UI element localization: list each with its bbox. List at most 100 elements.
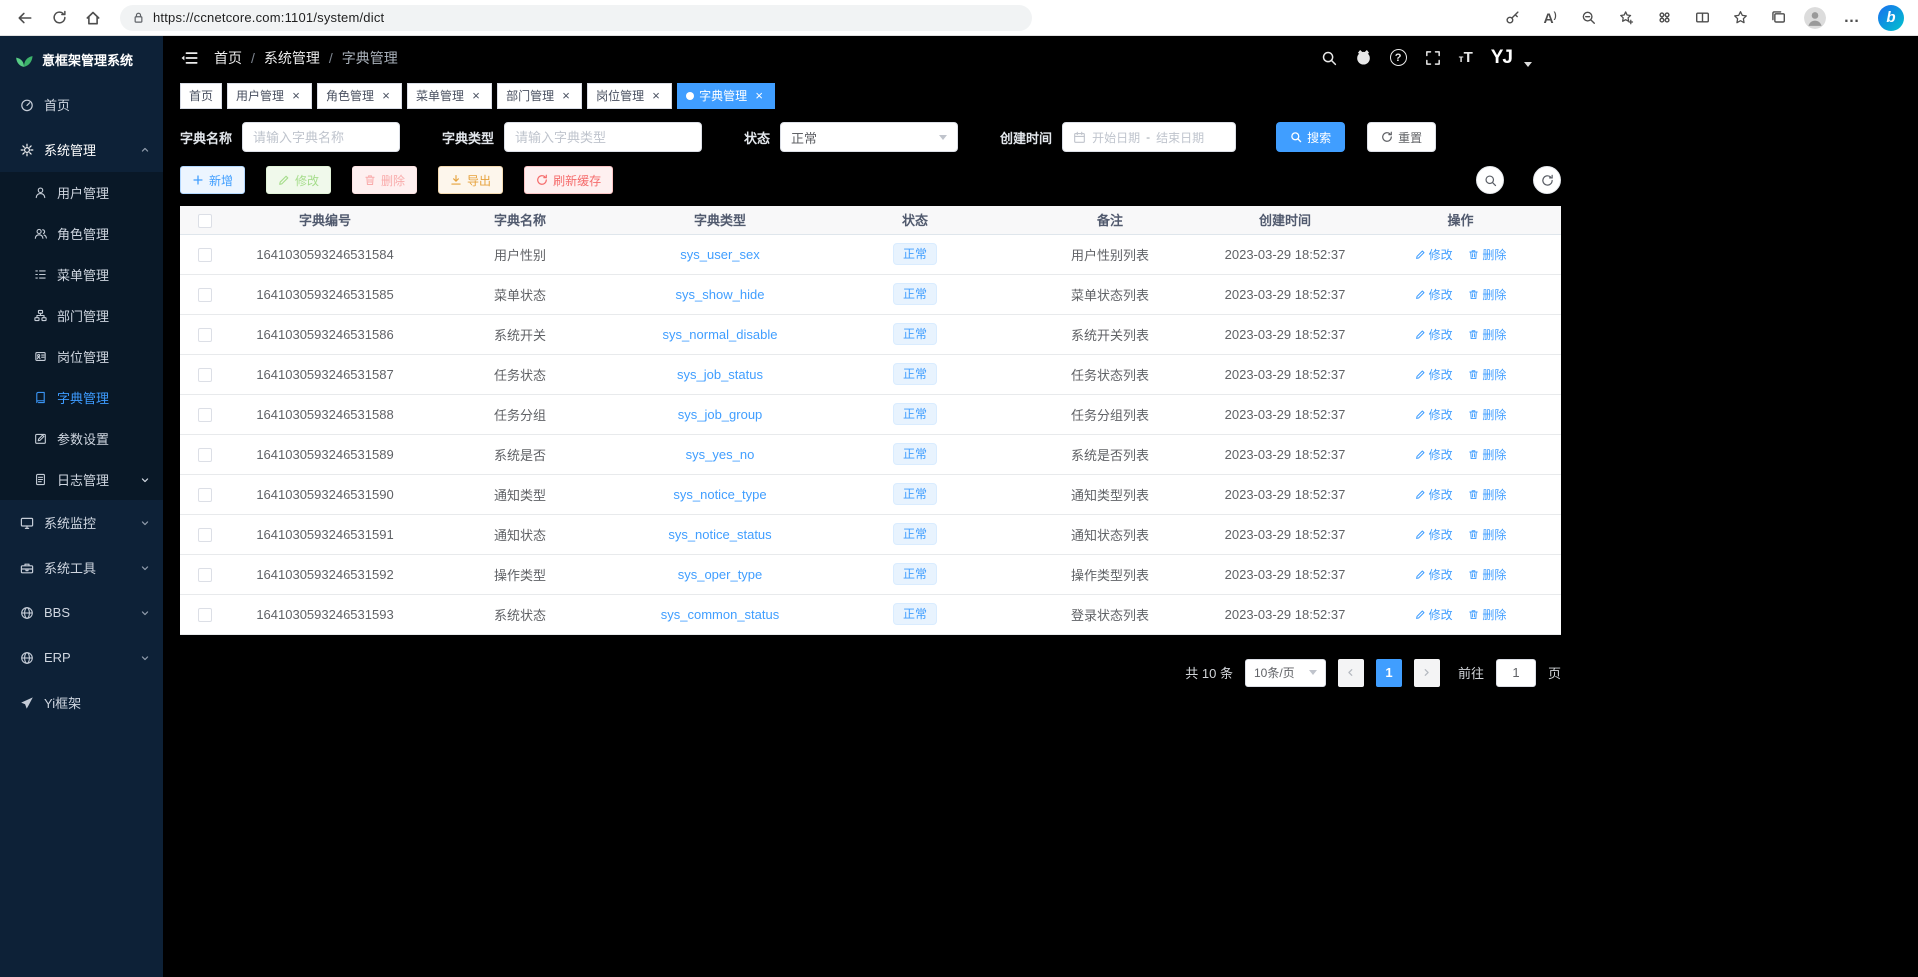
- zoom-icon[interactable]: [1576, 4, 1600, 32]
- refresh-table-button[interactable]: [1533, 166, 1561, 194]
- sidebar-item-dict-mgmt[interactable]: 字典管理: [0, 377, 163, 418]
- row-edit-button[interactable]: 修改: [1415, 446, 1453, 463]
- url-bar[interactable]: https://ccnetcore.com:1101/system/dict: [120, 5, 1032, 31]
- row-edit-button[interactable]: 修改: [1415, 606, 1453, 623]
- row-delete-button[interactable]: 删除: [1468, 566, 1506, 583]
- current-page-button[interactable]: 1: [1376, 659, 1402, 687]
- select-all-checkbox[interactable]: [198, 214, 212, 228]
- favorites-icon[interactable]: [1728, 4, 1752, 32]
- row-checkbox[interactable]: [198, 248, 212, 262]
- dict-type-field[interactable]: [515, 130, 691, 145]
- search-button[interactable]: 搜索: [1276, 122, 1345, 152]
- row-checkbox[interactable]: [198, 408, 212, 422]
- dict-type-link[interactable]: sys_job_group: [678, 407, 763, 422]
- search-icon[interactable]: [1321, 50, 1337, 66]
- dict-name-input[interactable]: [242, 122, 400, 152]
- export-button[interactable]: 导出: [438, 166, 503, 194]
- row-edit-button[interactable]: 修改: [1415, 526, 1453, 543]
- row-checkbox[interactable]: [198, 488, 212, 502]
- status-select[interactable]: 正常: [780, 122, 958, 152]
- refresh-cache-button[interactable]: 刷新缓存: [524, 166, 613, 194]
- close-icon[interactable]: ×: [559, 89, 573, 103]
- row-edit-button[interactable]: 修改: [1415, 366, 1453, 383]
- add-button[interactable]: 新增: [180, 166, 245, 194]
- row-edit-button[interactable]: 修改: [1415, 326, 1453, 343]
- tab-dict-mgmt[interactable]: 字典管理 ×: [677, 83, 775, 109]
- dict-type-link[interactable]: sys_notice_type: [673, 487, 766, 502]
- tab-role-mgmt[interactable]: 角色管理 ×: [317, 83, 402, 109]
- fullscreen-icon[interactable]: [1425, 50, 1441, 66]
- edit-button[interactable]: 修改: [266, 166, 331, 194]
- dict-type-link[interactable]: sys_user_sex: [680, 247, 759, 262]
- dict-type-link[interactable]: sys_common_status: [661, 607, 780, 622]
- close-icon[interactable]: ×: [469, 89, 483, 103]
- row-delete-button[interactable]: 删除: [1468, 446, 1506, 463]
- sidebar-item-system-monitor[interactable]: 系统监控: [0, 500, 163, 545]
- sidebar-item-menu-mgmt[interactable]: 菜单管理: [0, 254, 163, 295]
- delete-button[interactable]: 删除: [352, 166, 417, 194]
- row-delete-button[interactable]: 删除: [1468, 366, 1506, 383]
- sidebar-item-system-tools[interactable]: 系统工具: [0, 545, 163, 590]
- tab-dept-mgmt[interactable]: 部门管理 ×: [497, 83, 582, 109]
- show-search-toggle[interactable]: [1476, 166, 1504, 194]
- row-checkbox[interactable]: [198, 528, 212, 542]
- back-icon[interactable]: [10, 4, 40, 32]
- dict-type-link[interactable]: sys_notice_status: [668, 527, 771, 542]
- prev-page-button[interactable]: [1338, 659, 1364, 687]
- sidebar-item-dept-mgmt[interactable]: 部门管理: [0, 295, 163, 336]
- add-favorite-icon[interactable]: [1614, 4, 1638, 32]
- breadcrumb-item-home[interactable]: 首页: [214, 48, 242, 68]
- close-icon[interactable]: ×: [649, 89, 663, 103]
- font-size-icon[interactable]: тТ: [1459, 50, 1473, 65]
- close-icon[interactable]: ×: [289, 89, 303, 103]
- sidebar-item-erp[interactable]: ERP: [0, 635, 163, 680]
- next-page-button[interactable]: [1414, 659, 1440, 687]
- row-edit-button[interactable]: 修改: [1415, 406, 1453, 423]
- sidebar-item-user-mgmt[interactable]: 用户管理: [0, 172, 163, 213]
- row-delete-button[interactable]: 删除: [1468, 286, 1506, 303]
- profile-avatar[interactable]: [1804, 7, 1826, 29]
- close-icon[interactable]: ×: [752, 89, 766, 103]
- row-checkbox[interactable]: [198, 288, 212, 302]
- goto-page-input[interactable]: [1496, 659, 1536, 687]
- dict-type-link[interactable]: sys_oper_type: [678, 567, 763, 582]
- row-delete-button[interactable]: 删除: [1468, 606, 1506, 623]
- user-logo[interactable]: YJ: [1491, 47, 1512, 69]
- dict-type-input[interactable]: [504, 122, 702, 152]
- reset-button[interactable]: 重置: [1367, 122, 1436, 152]
- row-edit-button[interactable]: 修改: [1415, 246, 1453, 263]
- date-range-picker[interactable]: 开始日期 - 结束日期: [1062, 122, 1236, 152]
- refresh-icon[interactable]: [44, 4, 74, 32]
- read-aloud-icon[interactable]: A): [1538, 4, 1562, 32]
- row-edit-button[interactable]: 修改: [1415, 486, 1453, 503]
- tab-home[interactable]: 首页: [180, 83, 222, 109]
- row-checkbox[interactable]: [198, 568, 212, 582]
- row-delete-button[interactable]: 删除: [1468, 326, 1506, 343]
- dict-type-link[interactable]: sys_show_hide: [676, 287, 765, 302]
- sidebar-item-bbs[interactable]: BBS: [0, 590, 163, 635]
- dict-type-link[interactable]: sys_normal_disable: [663, 327, 778, 342]
- dict-type-link[interactable]: sys_job_status: [677, 367, 763, 382]
- row-delete-button[interactable]: 删除: [1468, 406, 1506, 423]
- sidebar-item-yi-framework[interactable]: Yi框架: [0, 680, 163, 725]
- sidebar-item-param-settings[interactable]: 参数设置: [0, 418, 163, 459]
- row-checkbox[interactable]: [198, 608, 212, 622]
- more-icon[interactable]: …: [1840, 4, 1864, 32]
- page-size-select[interactable]: 10条/页: [1245, 659, 1326, 687]
- sidebar-toggle-icon[interactable]: [180, 49, 198, 67]
- dict-name-field[interactable]: [253, 130, 389, 145]
- github-icon[interactable]: [1355, 49, 1372, 66]
- sidebar-item-log-mgmt[interactable]: 日志管理: [0, 459, 163, 500]
- row-edit-button[interactable]: 修改: [1415, 286, 1453, 303]
- row-delete-button[interactable]: 删除: [1468, 526, 1506, 543]
- sidebar-item-home[interactable]: 首页: [0, 82, 163, 127]
- row-checkbox[interactable]: [198, 448, 212, 462]
- sidebar-item-role-mgmt[interactable]: 角色管理: [0, 213, 163, 254]
- tab-menu-mgmt[interactable]: 菜单管理 ×: [407, 83, 492, 109]
- breadcrumb-item-system[interactable]: 系统管理: [264, 48, 320, 68]
- row-checkbox[interactable]: [198, 328, 212, 342]
- row-delete-button[interactable]: 删除: [1468, 486, 1506, 503]
- home-icon[interactable]: [78, 4, 108, 32]
- password-key-icon[interactable]: [1500, 4, 1524, 32]
- row-edit-button[interactable]: 修改: [1415, 566, 1453, 583]
